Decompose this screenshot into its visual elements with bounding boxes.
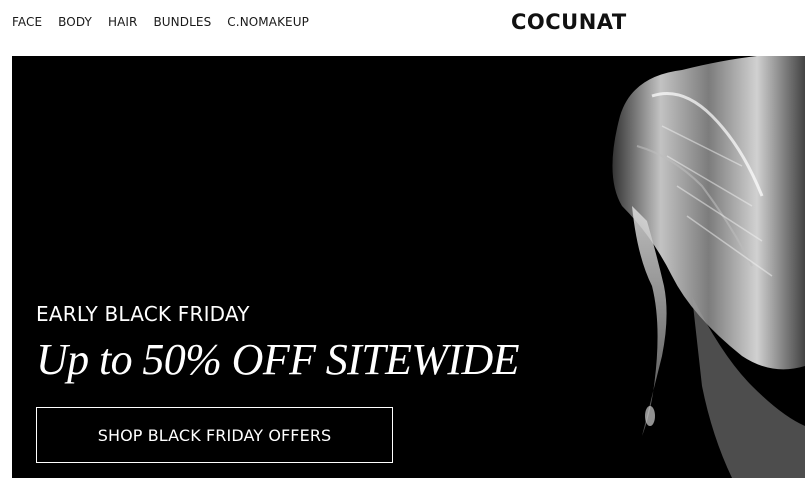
nav-item-body[interactable]: BODY xyxy=(58,15,92,29)
shop-black-friday-button[interactable]: SHOP BLACK FRIDAY OFFERS xyxy=(36,407,393,463)
hero-headline: Up to 50% OFF SITEWIDE xyxy=(36,335,520,384)
nav-item-face[interactable]: FACE xyxy=(12,15,42,29)
main-nav: FACE BODY HAIR BUNDLES C.NOMAKEUP xyxy=(12,15,309,29)
product-bottle-image xyxy=(612,56,805,478)
nav-item-hair[interactable]: HAIR xyxy=(108,15,138,29)
hero-eyebrow: EARLY BLACK FRIDAY xyxy=(36,302,250,326)
nav-item-c-nomakeup[interactable]: C.NOMAKEUP xyxy=(227,15,309,29)
nav-item-bundles[interactable]: BUNDLES xyxy=(153,15,211,29)
brand-logo[interactable]: COCUNAT xyxy=(511,10,627,34)
site-header: FACE BODY HAIR BUNDLES C.NOMAKEUP COCUNA… xyxy=(0,0,805,56)
hero-banner[interactable]: EARLY BLACK FRIDAY Up to 50% OFF SITEWID… xyxy=(12,56,805,478)
